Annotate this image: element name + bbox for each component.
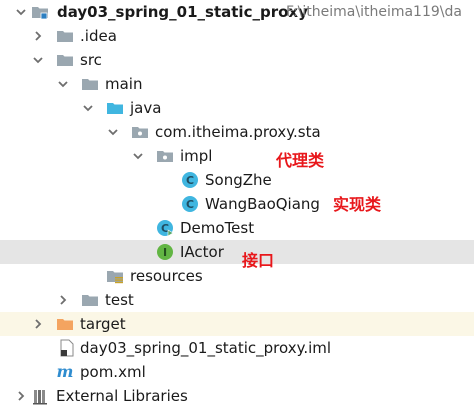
tree-row-impl[interactable]: impl bbox=[0, 144, 474, 168]
annotation-interface: 接口 bbox=[242, 251, 275, 270]
tree-row-idea[interactable]: .idea bbox=[0, 24, 474, 48]
tree-row-package[interactable]: com.itheima.proxy.sta bbox=[0, 120, 474, 144]
tree-row-main[interactable]: main bbox=[0, 72, 474, 96]
src-folder-label: src bbox=[80, 51, 102, 69]
chevron-right-icon[interactable] bbox=[31, 29, 45, 43]
tree-row-resources[interactable]: resources bbox=[0, 264, 474, 288]
chevron-down-icon[interactable] bbox=[131, 149, 145, 163]
annotation-real-class: 实现类 bbox=[333, 195, 382, 214]
chevron-right-icon[interactable] bbox=[14, 389, 28, 403]
project-root-path: F:\itheima\itheima119\da bbox=[286, 4, 462, 20]
test-folder-label: test bbox=[105, 291, 134, 309]
chevron-right-icon[interactable] bbox=[56, 293, 70, 307]
class-runnable-icon: C bbox=[156, 219, 174, 237]
tree-row-wangbaoqiang[interactable]: C WangBaoQiang bbox=[0, 192, 474, 216]
idea-folder-label: .idea bbox=[80, 27, 117, 45]
tree-row-external-libraries[interactable]: External Libraries bbox=[0, 384, 474, 408]
resources-folder-label: resources bbox=[130, 267, 203, 285]
tree-row-project-root[interactable]: day03_spring_01_static_proxy F:\itheima\… bbox=[0, 0, 474, 24]
class-icon: C bbox=[181, 195, 199, 213]
wangbaoqiang-class-label: WangBaoQiang bbox=[205, 195, 320, 213]
chevron-down-icon[interactable] bbox=[81, 101, 95, 115]
songzhe-class-label: SongZhe bbox=[205, 171, 272, 189]
java-folder-label: java bbox=[130, 99, 162, 117]
tree-row-demotest[interactable]: C DemoTest bbox=[0, 216, 474, 240]
maven-icon: m bbox=[56, 363, 74, 381]
tree-row-pom[interactable]: m pom.xml bbox=[0, 360, 474, 384]
svg-text:C: C bbox=[186, 174, 194, 187]
excluded-folder-icon bbox=[56, 315, 74, 333]
svg-text:m: m bbox=[57, 363, 74, 381]
pom-file-label: pom.xml bbox=[80, 363, 146, 381]
annotation-proxy-class: 代理类 bbox=[276, 151, 325, 170]
chevron-down-icon[interactable] bbox=[56, 77, 70, 91]
package-icon bbox=[156, 147, 174, 165]
resources-folder-icon bbox=[106, 267, 124, 285]
tree-row-iactor[interactable]: I IActor bbox=[0, 240, 474, 264]
tree-row-java[interactable]: java bbox=[0, 96, 474, 120]
project-tree: day03_spring_01_static_proxy F:\itheima\… bbox=[0, 0, 474, 405]
impl-package-label: impl bbox=[180, 147, 213, 165]
chevron-down-icon[interactable] bbox=[106, 125, 120, 139]
project-root-label: day03_spring_01_static_proxy bbox=[57, 3, 308, 21]
target-folder-label: target bbox=[80, 315, 126, 333]
folder-icon bbox=[56, 27, 74, 45]
main-folder-label: main bbox=[105, 75, 143, 93]
package-icon bbox=[131, 123, 149, 141]
tree-row-src[interactable]: src bbox=[0, 48, 474, 72]
iml-file-icon bbox=[58, 339, 76, 357]
folder-icon bbox=[56, 51, 74, 69]
chevron-right-icon[interactable] bbox=[31, 317, 45, 331]
svg-text:I: I bbox=[163, 246, 167, 259]
iactor-interface-label: IActor bbox=[180, 243, 224, 261]
libraries-icon bbox=[32, 387, 50, 405]
interface-icon: I bbox=[156, 243, 174, 261]
svg-text:C: C bbox=[186, 198, 194, 211]
chevron-down-icon[interactable] bbox=[14, 5, 28, 19]
external-libraries-label: External Libraries bbox=[56, 387, 188, 405]
tree-row-songzhe[interactable]: C SongZhe bbox=[0, 168, 474, 192]
module-folder-icon bbox=[31, 3, 49, 21]
source-folder-icon bbox=[106, 99, 124, 117]
tree-row-test[interactable]: test bbox=[0, 288, 474, 312]
iml-file-label: day03_spring_01_static_proxy.iml bbox=[80, 339, 332, 357]
folder-icon bbox=[81, 291, 99, 309]
folder-icon bbox=[81, 75, 99, 93]
package-label: com.itheima.proxy.sta bbox=[155, 123, 321, 141]
tree-row-iml[interactable]: day03_spring_01_static_proxy.iml bbox=[0, 336, 474, 360]
tree-row-target[interactable]: target bbox=[0, 312, 474, 336]
class-icon: C bbox=[181, 171, 199, 189]
demotest-class-label: DemoTest bbox=[180, 219, 255, 237]
chevron-down-icon[interactable] bbox=[31, 53, 45, 67]
